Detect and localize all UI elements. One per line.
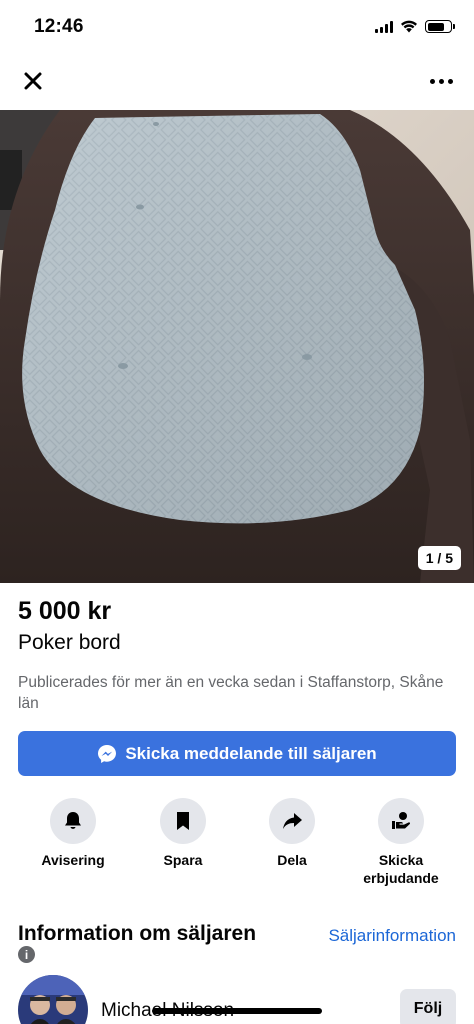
status-icons — [375, 20, 455, 33]
message-seller-label: Skicka meddelande till säljaren — [125, 743, 377, 763]
seller-avatar-image — [18, 975, 88, 1024]
bookmark-icon — [177, 812, 189, 830]
seller-heading: Information om säljaren — [18, 922, 257, 945]
bell-icon — [65, 812, 81, 829]
more-horizontal-icon — [429, 78, 435, 84]
cellular-signal-icon — [375, 20, 393, 33]
share-icon — [283, 813, 302, 829]
action-dela[interactable]: Dela — [237, 798, 347, 869]
action-label: Avisering — [41, 852, 105, 868]
action-row: Avisering Spara Dela Skicka erbjudande — [0, 798, 474, 890]
seller-avatar[interactable] — [18, 975, 88, 1024]
action-skicka-erbjudande[interactable]: Skicka erbjudande — [346, 798, 456, 887]
listing-price: 5 000 kr — [18, 597, 112, 625]
listing-photo[interactable]: 1 / 5 — [0, 110, 474, 583]
messenger-icon — [98, 744, 117, 763]
wifi-icon — [401, 20, 417, 33]
more-button[interactable] — [424, 66, 458, 96]
offer-icon — [392, 812, 411, 829]
status-time: 12:46 — [34, 16, 84, 37]
seller-information-link[interactable]: Säljarinformation — [328, 926, 456, 946]
close-icon — [24, 72, 42, 90]
action-label: Spara — [163, 852, 203, 868]
top-nav — [0, 56, 474, 106]
status-bar: 12:46 — [0, 0, 474, 56]
action-label: Dela — [277, 852, 307, 868]
action-spara[interactable]: Spara — [128, 798, 238, 869]
battery-icon — [425, 20, 455, 33]
close-button[interactable] — [18, 66, 48, 96]
listing-meta: Publicerades för mer än en vecka sedan i… — [18, 674, 444, 712]
message-seller-button[interactable]: Skicka meddelande till säljaren — [18, 731, 456, 776]
follow-button[interactable]: Följ — [400, 989, 456, 1024]
photo-counter: 1 / 5 — [417, 546, 461, 570]
poker-table-image — [0, 110, 474, 583]
info-icon[interactable]: i — [18, 946, 35, 963]
home-indicator — [152, 1008, 322, 1014]
action-label: Skicka erbjudande — [363, 852, 439, 886]
listing-title: Poker bord — [18, 631, 121, 654]
action-avisering[interactable]: Avisering — [18, 798, 128, 869]
